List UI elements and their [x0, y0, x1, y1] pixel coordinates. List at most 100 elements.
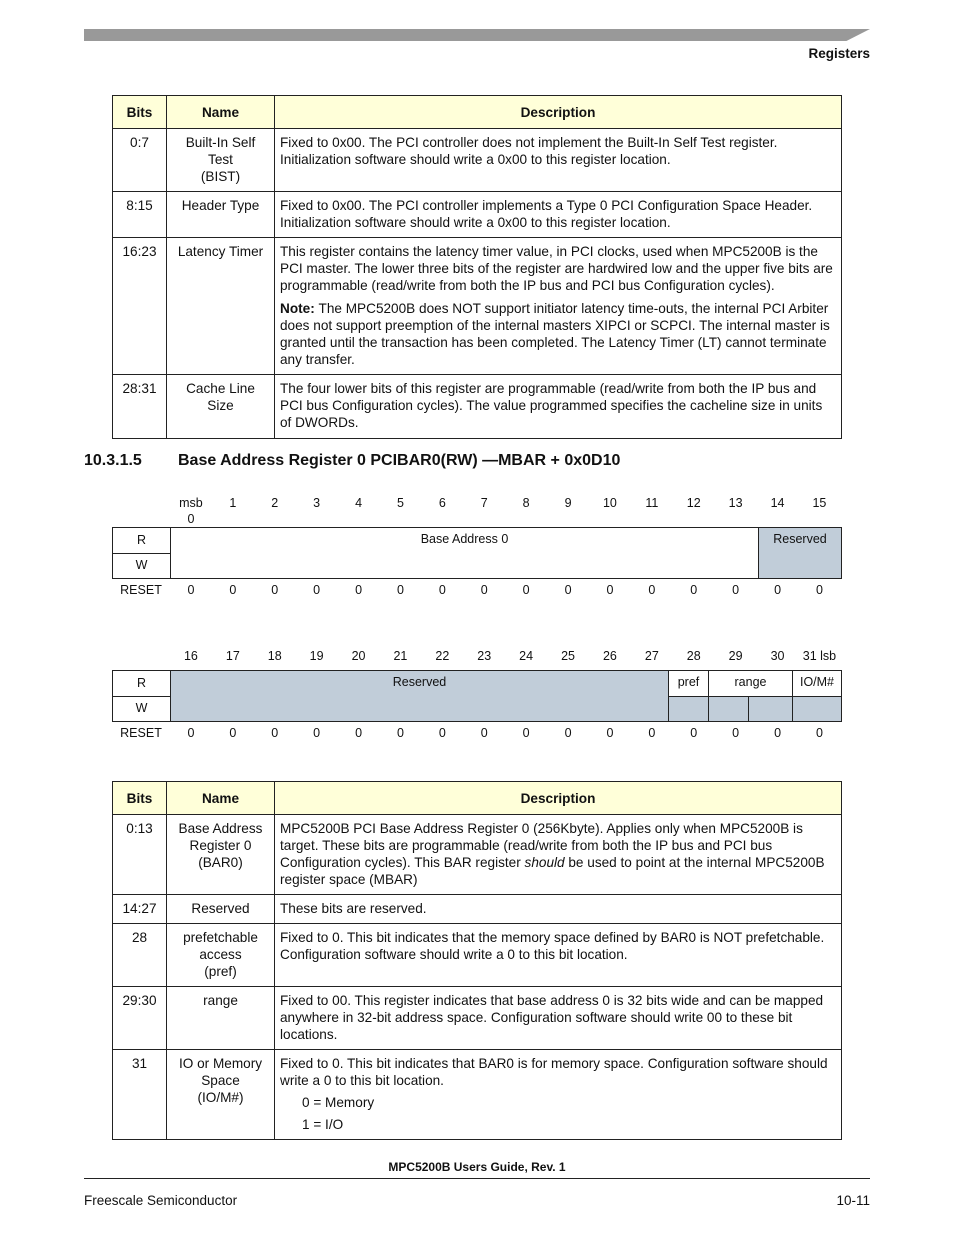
description-text: Fixed to 0. This bit indicates that BAR0…: [280, 1056, 828, 1088]
cell-description: Fixed to 0. This bit indicates that the …: [274, 923, 842, 987]
field-io-m-write: [792, 697, 841, 721]
name-line: (BAR0): [198, 855, 243, 870]
bit-number: 18: [267, 649, 282, 663]
reset-value: 0: [271, 726, 279, 740]
name-line: Built-In Self: [185, 135, 256, 150]
field-reserved: Reserved: [171, 671, 668, 721]
table-row: 28 prefetchable access (pref) Fixed to 0…: [112, 923, 842, 987]
bit-number: 28: [686, 649, 701, 663]
cell-bits: 0:13: [112, 814, 167, 895]
cell-name: Cache Line Size: [166, 374, 275, 439]
reset-value: 0: [355, 583, 363, 597]
reset-value: 0: [522, 726, 530, 740]
register-diagram-upper: msb 0 1 2 3 4 5 6 7 8 9 10 11 12 13 14 15 R W Base Addr…: [112, 495, 842, 603]
table-row: 8:15 Header Type Fixed to 0x00. The PCI …: [112, 191, 842, 238]
reset-value: 0: [355, 726, 363, 740]
bit-number: 31 lsb: [802, 649, 837, 663]
cell-description: Fixed to 00. This register indicates tha…: [274, 986, 842, 1050]
bit-number: 13: [728, 496, 743, 510]
reset-value: 0: [229, 583, 237, 597]
read-label: R: [113, 528, 171, 554]
reset-value: 0: [606, 583, 614, 597]
cell-name: IO or Memory Space (IO/M#): [166, 1049, 275, 1140]
reset-value: 0: [522, 583, 530, 597]
table-row: 0:7 Built-In Self Test (BIST) Fixed to 0…: [112, 128, 842, 192]
register-diagram-lower: 16 17 18 19 20 21 22 23 24 25 26 27 28 29 30 31 lsb R W…: [112, 648, 842, 746]
enum-value: 1 = I/O: [302, 1117, 344, 1132]
table-header-row: Bits Name Description: [112, 95, 842, 129]
cell-bits: 0:7: [112, 128, 167, 192]
cell-bits: 31: [112, 1049, 167, 1140]
bit-number: 16: [183, 649, 198, 663]
bit-number: 14: [770, 496, 785, 510]
reset-value: 0: [480, 583, 488, 597]
bit-number: 27: [644, 649, 659, 663]
reset-value: 0: [774, 583, 782, 597]
cell-description: Fixed to 0. This bit indicates that BAR0…: [274, 1049, 842, 1140]
reset-value: 0: [690, 583, 698, 597]
field-pref-write: [668, 697, 708, 721]
running-head: Registers: [808, 46, 870, 61]
reset-value: 0: [564, 583, 572, 597]
header-description: Description: [274, 781, 842, 815]
reset-value: 0: [648, 726, 656, 740]
section-number: 10.3.1.5: [84, 452, 142, 469]
name-line: Latency Timer: [177, 244, 264, 259]
footer-page-number: 10-11: [836, 1193, 870, 1208]
name-line: prefetchable: [183, 930, 258, 945]
reset-value: 0: [690, 726, 698, 740]
field-range: range: [708, 671, 792, 697]
name-line: (BIST): [200, 169, 241, 184]
name-line: Base Address: [178, 821, 263, 836]
register-grid: R W Reserved pref range IO/M#: [112, 670, 842, 722]
field-table-2: Bits Name Description 0:13 Base Address …: [112, 781, 842, 1140]
table-row: 0:13 Base Address Register 0 (BAR0) MPC5…: [112, 814, 842, 895]
reset-label: RESET: [120, 583, 162, 597]
bit-number: 9: [564, 496, 572, 510]
bit-number: 23: [477, 649, 492, 663]
reset-value: 0: [815, 726, 823, 740]
cell-bits: 14:27: [112, 894, 167, 924]
bit-number: 6: [438, 496, 446, 510]
cell-name: Reserved: [166, 894, 275, 924]
field-range-write-hi: [708, 697, 748, 721]
field-table-1: Bits Name Description 0:7 Built-In Self …: [112, 95, 842, 439]
name-line: access: [199, 947, 242, 962]
header-bar: [84, 29, 870, 41]
footer-company: Freescale Semiconductor: [84, 1193, 238, 1208]
bit-number: 7: [480, 496, 488, 510]
bit-number: 10: [602, 496, 617, 510]
cell-description: The four lower bits of this register are…: [274, 374, 842, 439]
section-heading: 10.3.1.5 Base Address Register 0 PCIBAR0(…: [84, 452, 620, 470]
table-row: 29:30 range Fixed to 00. This register i…: [112, 986, 842, 1050]
bit-number: 25: [561, 649, 575, 663]
header-bits: Bits: [112, 95, 167, 129]
cell-description: Fixed to 0x00. The PCI controller does n…: [274, 128, 842, 192]
cell-name: Latency Timer: [166, 237, 275, 375]
cell-bits: 28: [112, 923, 167, 987]
description-emphasis: should: [524, 855, 565, 870]
header-name: Name: [166, 95, 275, 129]
bit-number: 17: [225, 649, 240, 663]
bit-number: 15: [812, 496, 827, 510]
bit-number: 8: [522, 496, 530, 510]
bit-number: 12: [686, 496, 701, 510]
name-line: Test: [208, 152, 233, 167]
cell-description: MPC5200B PCI Base Address Register 0 (25…: [274, 814, 842, 895]
bit-number: 11: [645, 496, 659, 510]
reset-value: 0: [774, 726, 782, 740]
reset-value: 0: [313, 583, 321, 597]
cell-name: range: [166, 986, 275, 1050]
cell-description: These bits are reserved.: [274, 894, 842, 924]
name-line: Reserved: [191, 901, 250, 916]
reset-value: 0: [187, 726, 195, 740]
reset-value: 0: [438, 583, 446, 597]
cell-bits: 8:15: [112, 191, 167, 238]
table-header-row: Bits Name Description: [112, 781, 842, 815]
table-row: 28:31 Cache Line Size The four lower bit…: [112, 374, 842, 439]
reset-row: RESET 0 0 0 0 0 0 0 0 0 0 0 0 0 0 0 0: [112, 726, 842, 746]
field-base-address-0: Base Address 0: [420, 532, 509, 546]
name-line: (IO/M#): [197, 1090, 244, 1105]
name-line: (pref): [204, 964, 237, 979]
reset-value: 0: [229, 726, 237, 740]
